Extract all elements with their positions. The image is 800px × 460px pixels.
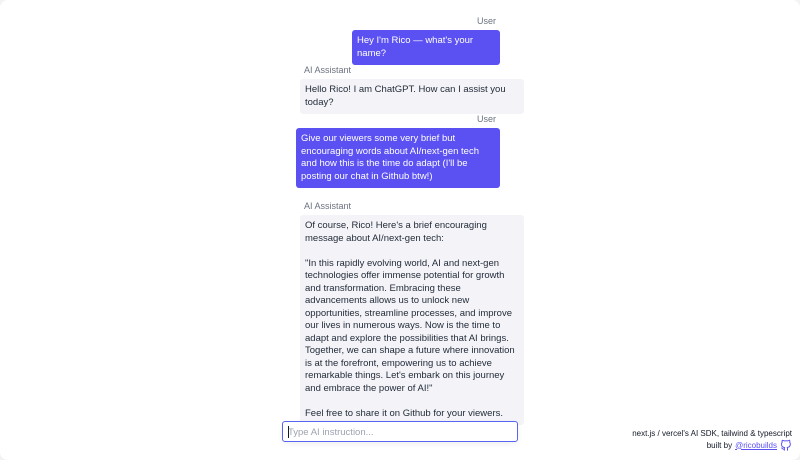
message-bubble: Of course, Rico! Here's a brief encourag… (300, 215, 524, 425)
text-caret (288, 426, 289, 438)
instruction-input-container (282, 421, 518, 442)
built-by-label: built by (706, 440, 733, 450)
credits-author-row: built by @ricobuilds (707, 439, 792, 451)
author-link[interactable]: @ricobuilds (735, 440, 777, 451)
message-role-label: AI Assistant (304, 65, 352, 75)
message-bubble: Give our viewers some very brief but enc… (296, 128, 500, 188)
message-role-label: User (476, 16, 496, 26)
credits-stack-text: next.js / vercel's AI SDK, tailwind & ty… (632, 429, 792, 438)
message-role-label: AI Assistant (304, 201, 352, 211)
message-bubble: Hello Rico! I am ChatGPT. How can I assi… (300, 79, 524, 114)
app-window: User Hey I'm Rico — what's your name? AI… (0, 0, 800, 460)
message-role-label: User (476, 114, 496, 124)
github-icon[interactable] (780, 439, 792, 451)
message-bubble: Hey I'm Rico — what's your name? (352, 30, 500, 65)
message-assistant: AI Assistant Of course, Rico! Here's a b… (300, 201, 524, 425)
message-assistant: AI Assistant Hello Rico! I am ChatGPT. H… (300, 65, 524, 114)
credits: next.js / vercel's AI SDK, tailwind & ty… (632, 428, 792, 451)
message-user: User Give our viewers some very brief bu… (296, 114, 500, 188)
message-user: User Hey I'm Rico — what's your name? (352, 16, 500, 65)
instruction-input[interactable] (283, 423, 517, 442)
